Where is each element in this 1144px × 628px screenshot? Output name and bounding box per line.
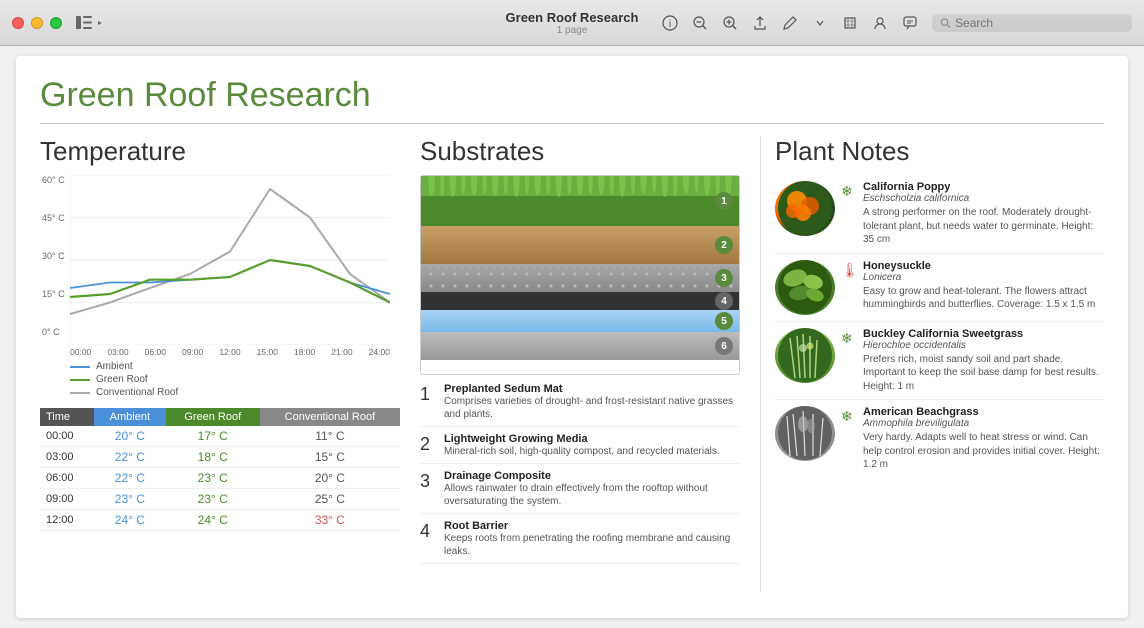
plant-item-poppy: ❄ California Poppy Eschscholzia californ… xyxy=(775,175,1104,254)
plant-item-beachgrass: ❄ American Beachgrass Ammophila brevilig… xyxy=(775,400,1104,478)
search-box[interactable] xyxy=(932,14,1132,32)
x-label-21: 21:00 xyxy=(331,347,352,357)
table-row: 12:00 24° C 24° C 33° C xyxy=(40,510,400,531)
col-convroof: Conventional Roof xyxy=(260,408,400,426)
maximize-button[interactable] xyxy=(50,17,62,29)
temperature-chart xyxy=(70,175,390,345)
search-icon xyxy=(940,17,951,29)
substrate-item-1: 1 Preplanted Sedum Mat Comprises varieti… xyxy=(420,383,740,427)
zoom-out-icon[interactable] xyxy=(692,15,708,31)
layer-water: 5 xyxy=(421,310,739,332)
titlebar-title: Green Roof Research 1 page xyxy=(506,10,639,36)
share-icon[interactable] xyxy=(752,15,768,31)
x-label-15: 15:00 xyxy=(257,347,278,357)
snowflake-icon-sweetgrass: ❄ xyxy=(841,330,857,347)
layer-num-3: 3 xyxy=(715,269,733,287)
minimize-button[interactable] xyxy=(31,17,43,29)
plant-image-poppy xyxy=(775,181,835,236)
layer-num-1: 1 xyxy=(715,192,733,210)
layer-num-5: 5 xyxy=(715,312,733,330)
layer-membrane: 4 xyxy=(421,292,739,310)
greenroof-label: Green Roof xyxy=(96,374,148,385)
plant-image-beachgrass xyxy=(775,406,835,461)
legend-convroof: Conventional Roof xyxy=(70,387,400,398)
substrates-section: Substrates xyxy=(420,136,740,592)
legend-ambient: Ambient xyxy=(70,361,400,372)
plant-item-sweetgrass: ❄ Buckley California Sweetgrass Hierochl… xyxy=(775,322,1104,401)
y-label-60: 60° C xyxy=(42,175,65,185)
plant-image-honeysuckle xyxy=(775,260,835,315)
substrate-diagram: 1 2 3 4 5 6 xyxy=(420,175,740,375)
temperature-heading: Temperature xyxy=(40,136,400,167)
snowflake-icon-poppy: ❄ xyxy=(841,183,857,200)
layer-num-4: 4 xyxy=(715,292,733,310)
layer-grass: 1 xyxy=(421,176,739,226)
y-label-15: 15° C xyxy=(42,289,65,299)
titlebar: Green Roof Research 1 page i xyxy=(0,0,1144,46)
table-row: 00:00 20° C 17° C 11° C xyxy=(40,426,400,447)
page-title: Green Roof Research xyxy=(40,76,1104,124)
table-row: 06:00 22° C 23° C 20° C xyxy=(40,468,400,489)
layer-num-2: 2 xyxy=(715,236,733,254)
substrate-item-2: 2 Lightweight Growing Media Mineral-rich… xyxy=(420,433,740,464)
page-content: Green Roof Research Temperature 60° C 45… xyxy=(16,56,1128,618)
x-label-12: 12:00 xyxy=(219,347,240,357)
convroof-line xyxy=(70,392,90,394)
ambient-line xyxy=(70,366,90,368)
layer-gravel: 3 xyxy=(421,264,739,292)
y-label-45: 45° C xyxy=(42,213,65,223)
x-label-24: 24:00 xyxy=(369,347,390,357)
x-label-0: 00:00 xyxy=(70,347,91,357)
greenroof-line xyxy=(70,379,90,381)
layer-num-6: 6 xyxy=(715,337,733,355)
temperature-table: Time Ambient Green Roof Conventional Roo… xyxy=(40,408,400,531)
x-label-3: 03:00 xyxy=(107,347,128,357)
markup-dropdown-icon[interactable] xyxy=(812,15,828,31)
layer-concrete: 6 xyxy=(421,332,739,360)
main-columns: Temperature 60° C 45° C 30° C 15° C 0° C xyxy=(40,136,1104,592)
table-row: 03:00 22° C 18° C 15° C xyxy=(40,447,400,468)
info-icon[interactable]: i xyxy=(662,15,678,31)
plant-notes-section: Plant Notes ❄ California Poppy Eschschol… xyxy=(760,136,1104,592)
substrate-item-3: 3 Drainage Composite Allows rainwater to… xyxy=(420,470,740,514)
x-label-6: 06:00 xyxy=(145,347,166,357)
convroof-label: Conventional Roof xyxy=(96,387,178,398)
plant-image-sweetgrass xyxy=(775,328,835,383)
y-label-30: 30° C xyxy=(42,251,65,261)
close-button[interactable] xyxy=(12,17,24,29)
temperature-section: Temperature 60° C 45° C 30° C 15° C 0° C xyxy=(40,136,400,592)
col-time: Time xyxy=(40,408,94,426)
legend-greenroof: Green Roof xyxy=(70,374,400,385)
sidebar-toggle[interactable] xyxy=(76,16,104,29)
comments-icon[interactable] xyxy=(902,15,918,31)
thermometer-icon: 🌡 xyxy=(841,262,857,279)
window-controls[interactable] xyxy=(12,17,62,29)
table-row: 09:00 23° C 23° C 25° C xyxy=(40,489,400,510)
search-input[interactable] xyxy=(955,16,1124,30)
substrate-list: 1 Preplanted Sedum Mat Comprises varieti… xyxy=(420,383,740,564)
fit-page-icon[interactable] xyxy=(842,15,858,31)
ambient-label: Ambient xyxy=(96,361,133,372)
substrates-heading: Substrates xyxy=(420,136,740,167)
x-label-9: 09:00 xyxy=(182,347,203,357)
col-greenroof: Green Roof xyxy=(166,408,260,426)
zoom-in-icon[interactable] xyxy=(722,15,738,31)
y-label-0: 0° C xyxy=(42,327,65,337)
toolbar-icons: i xyxy=(662,14,1132,32)
plant-item-honeysuckle: 🌡 Honeysuckle Lonicera Easy to grow and … xyxy=(775,254,1104,322)
profile-icon[interactable] xyxy=(872,15,888,31)
svg-text:i: i xyxy=(669,19,671,30)
annotate-icon[interactable] xyxy=(782,15,798,31)
plant-notes-heading: Plant Notes xyxy=(775,136,1104,167)
chart-legend: Ambient Green Roof Conventional Roof xyxy=(70,361,400,398)
substrate-item-4: 4 Root Barrier Keeps roots from penetrat… xyxy=(420,520,740,564)
x-label-18: 18:00 xyxy=(294,347,315,357)
col-ambient: Ambient xyxy=(94,408,166,426)
snowflake-icon-beachgrass: ❄ xyxy=(841,408,857,425)
layer-soil: 2 xyxy=(421,226,739,264)
